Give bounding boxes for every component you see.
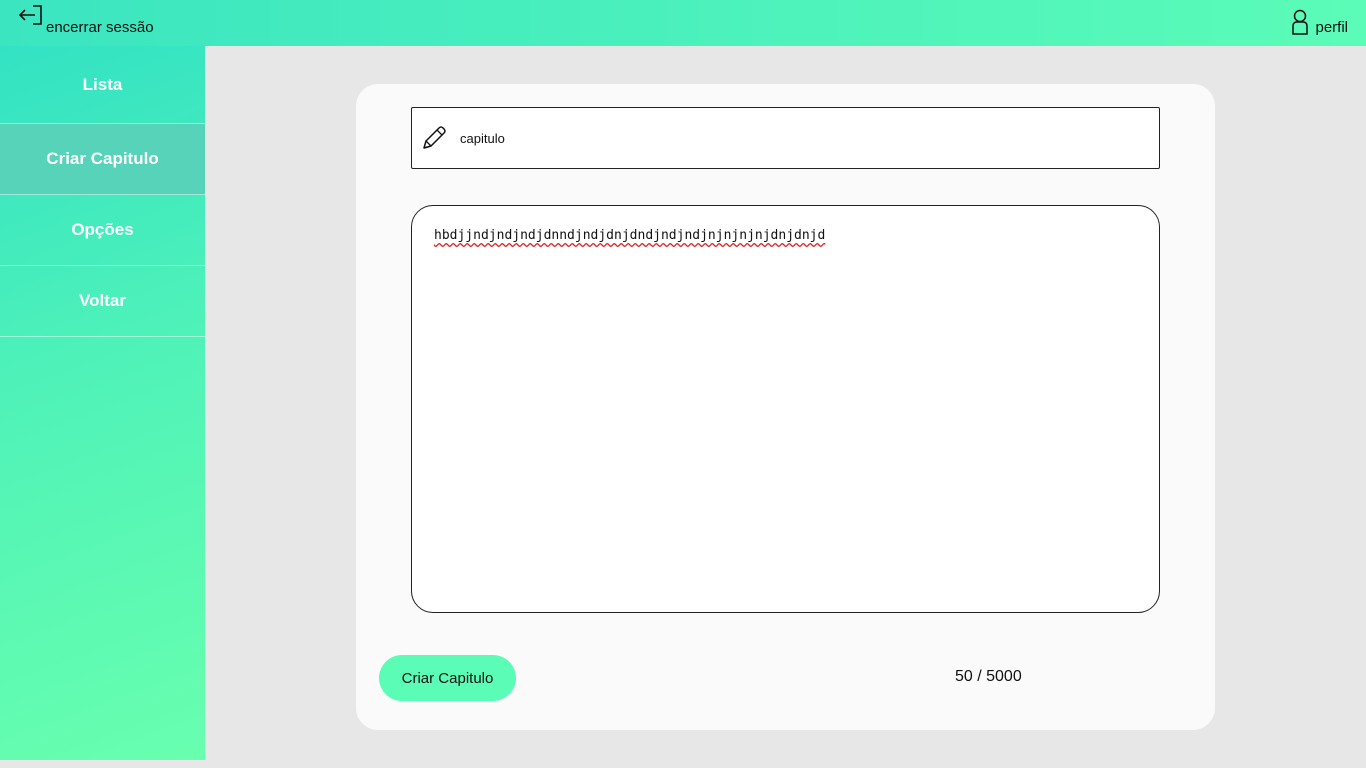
content-textarea-container: hbdjjndjndjndjdnndjndjdnjdndjndjndjnjnjn… [411, 205, 1160, 613]
title-field [411, 107, 1160, 169]
sidebar: Lista Criar Capitulo Opções Voltar [0, 46, 205, 760]
chapter-form-card: hbdjjndjndjndjdnndjndjdnjdndjndjndjnjnjn… [356, 84, 1215, 730]
title-input[interactable] [458, 117, 1154, 160]
user-icon [1291, 9, 1309, 38]
sidebar-item-criar-capitulo[interactable]: Criar Capitulo [0, 124, 205, 195]
sidebar-item-label: Lista [82, 74, 123, 94]
sidebar-item-label: Voltar [79, 291, 126, 310]
sidebar-item-lista[interactable]: Lista [0, 46, 205, 124]
sidebar-item-label: Criar Capitulo [46, 149, 159, 168]
logout-link[interactable]: encerrar sessão [18, 5, 154, 38]
profile-link[interactable]: perfil [1291, 8, 1348, 38]
logout-label: encerrar sessão [46, 19, 154, 36]
top-bar: encerrar sessão perfil [0, 0, 1366, 46]
sidebar-item-label: Opções [71, 220, 134, 239]
profile-label: perfil [1315, 19, 1348, 36]
content-text: hbdjjndjndjndjdnndjndjdnjdndjndjndjnjnjn… [434, 228, 826, 243]
sidebar-item-opcoes[interactable]: Opções [0, 195, 205, 266]
content-textarea[interactable]: hbdjjndjndjndjdnndjndjdnjdndjndjndjnjnjn… [426, 218, 1146, 603]
logout-arrow-icon [18, 5, 44, 38]
character-counter: 50 / 5000 [955, 668, 1022, 685]
pencil-icon [420, 124, 448, 157]
create-chapter-button[interactable]: Criar Capitulo [379, 655, 516, 701]
sidebar-item-voltar[interactable]: Voltar [0, 266, 205, 337]
